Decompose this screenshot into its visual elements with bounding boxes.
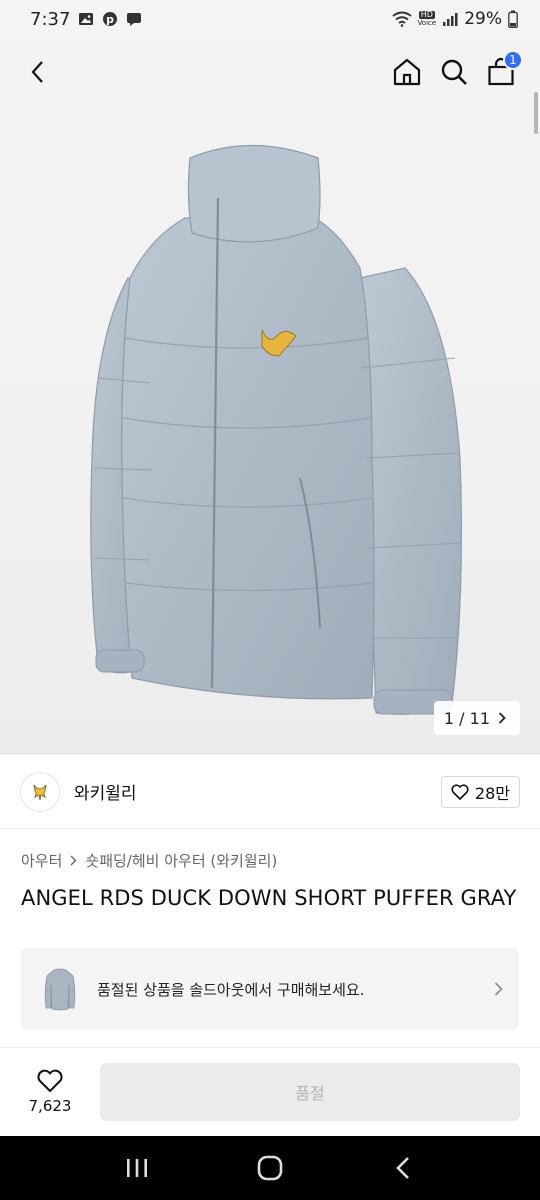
system-navigation-bar <box>0 1136 540 1200</box>
breadcrumb-category[interactable]: 숏패딩/헤비 아우터 (와키윌리) <box>85 850 277 871</box>
status-right: HD Voice 29% <box>391 9 518 29</box>
home-icon <box>257 1155 283 1181</box>
brand-name[interactable]: 와키윌리 <box>74 779 137 804</box>
brand-logo[interactable] <box>20 771 60 812</box>
brand-row: 와키윌리 28만 <box>0 755 540 829</box>
status-left: 7:37 p <box>30 9 142 30</box>
product-title: ANGEL RDS DUCK DOWN SHORT PUFFER GRAY <box>21 886 517 910</box>
jacket-thumbnail-icon <box>44 968 76 1011</box>
recents-icon <box>126 1159 147 1177</box>
chevron-right-icon <box>494 982 503 996</box>
battery-icon <box>508 10 518 28</box>
image-counter-text: 1 / 11 <box>443 708 490 728</box>
cart-count-badge: 1 <box>503 50 523 70</box>
battery-percent: 29% <box>464 9 502 29</box>
home-button[interactable] <box>387 52 427 92</box>
hd-voice-icon: HD Voice <box>417 10 437 28</box>
chevron-right-icon <box>70 855 77 866</box>
wifi-icon <box>391 11 412 27</box>
system-back-button[interactable] <box>373 1143 433 1193</box>
heart-icon <box>37 1069 63 1092</box>
soldout-banner[interactable]: 품절된 상품을 솔드아웃에서 구매해보세요. <box>21 948 519 1030</box>
brand-like-button[interactable]: 28만 <box>440 775 520 808</box>
status-time: 7:37 <box>30 8 71 30</box>
back-icon <box>396 1157 410 1179</box>
image-counter[interactable]: 1 / 11 <box>433 701 520 735</box>
home-icon <box>393 58 421 86</box>
breadcrumb-outer[interactable]: 아우터 <box>21 850 62 871</box>
wish-count: 7,623 <box>28 1097 72 1115</box>
hd-label: HD <box>418 10 435 19</box>
search-button[interactable] <box>434 52 474 92</box>
soldout-message: 품절된 상품을 솔드아웃에서 구매해보세요. <box>97 980 365 999</box>
back-chevron-icon <box>31 61 43 83</box>
back-button[interactable] <box>18 52 58 92</box>
breadcrumb: 아우터 숏패딩/헤비 아우터 (와키윌리) <box>21 850 277 871</box>
scrollbar-thumb[interactable] <box>534 92 538 134</box>
wackywilly-logo-icon <box>33 784 47 800</box>
heart-icon <box>451 783 469 800</box>
gallery-icon <box>79 13 94 25</box>
product-image-gallery[interactable]: 1 / 11 <box>0 38 540 755</box>
chevron-right-icon <box>498 712 506 724</box>
chat-icon <box>127 13 142 26</box>
brand-like-count: 28만 <box>474 783 510 803</box>
status-bar: 7:37 p HD Voice 29% <box>0 0 540 38</box>
soldout-purchase-button[interactable]: 품절 <box>100 1063 520 1121</box>
system-home-button[interactable] <box>240 1143 300 1193</box>
soldout-thumbnail <box>37 961 83 1017</box>
cart-button[interactable]: 1 <box>481 50 523 92</box>
wish-button[interactable]: 7,623 <box>0 1069 100 1115</box>
search-icon <box>441 59 467 85</box>
signal-icon <box>443 13 458 26</box>
recents-button[interactable] <box>107 1143 167 1193</box>
gray-puffer-jacket-image <box>90 144 463 715</box>
pinterest-icon: p <box>103 12 118 26</box>
voice-label: Voice <box>417 19 437 27</box>
top-navigation: 1 <box>0 38 540 108</box>
svg-text:p: p <box>106 13 114 26</box>
bottom-action-bar: 7,623 품절 <box>0 1048 540 1136</box>
